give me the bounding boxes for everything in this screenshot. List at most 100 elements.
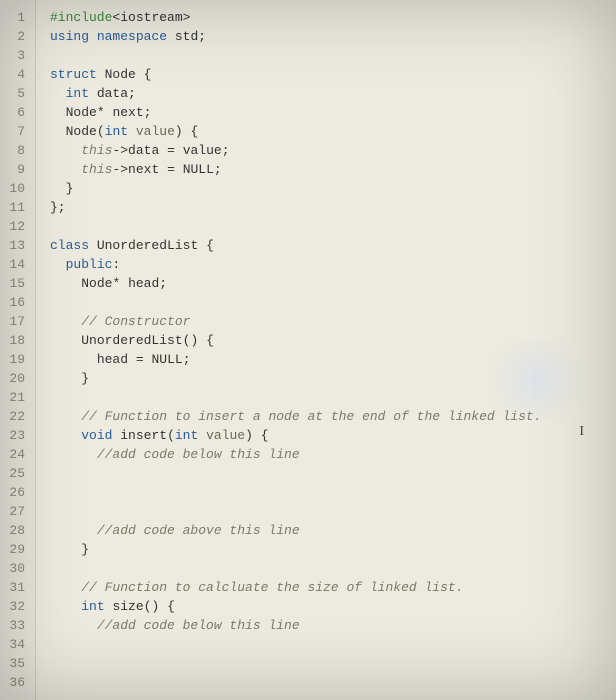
code-line[interactable]: // Function to calcluate the size of lin… — [50, 578, 616, 597]
code-token: using — [50, 29, 89, 44]
line-number: 15 — [8, 274, 25, 293]
code-line[interactable]: this->data = value; — [50, 141, 616, 160]
code-line[interactable] — [50, 502, 616, 521]
code-line[interactable]: head = NULL; — [50, 350, 616, 369]
line-number: 19 — [8, 350, 25, 369]
line-number: 16 — [8, 293, 25, 312]
code-token: data — [97, 86, 128, 101]
code-line[interactable] — [50, 673, 616, 692]
code-line[interactable]: //add code above this line — [50, 521, 616, 540]
code-line[interactable] — [50, 635, 616, 654]
code-token — [50, 352, 97, 367]
code-line[interactable]: }; — [50, 198, 616, 217]
code-token: UnorderedList — [81, 333, 182, 348]
text-cursor-icon: I — [579, 424, 584, 440]
code-line[interactable]: UnorderedList() { — [50, 331, 616, 350]
code-line[interactable]: Node(int value) { — [50, 122, 616, 141]
code-token — [128, 124, 136, 139]
code-line[interactable]: // Constructor — [50, 312, 616, 331]
line-number: 13 — [8, 236, 25, 255]
code-token: ( — [167, 428, 175, 443]
code-token — [50, 371, 81, 386]
code-token — [50, 542, 81, 557]
code-token — [50, 105, 66, 120]
code-token: int — [81, 599, 104, 614]
line-number: 12 — [8, 217, 25, 236]
code-token: size — [112, 599, 143, 614]
line-number: 27 — [8, 502, 25, 521]
code-line[interactable]: public: — [50, 255, 616, 274]
code-line[interactable]: #include<iostream> — [50, 8, 616, 27]
line-number: 36 — [8, 673, 25, 692]
code-token — [159, 143, 167, 158]
code-token — [175, 143, 183, 158]
code-line[interactable]: } — [50, 540, 616, 559]
code-token: ( — [97, 124, 105, 139]
code-line[interactable]: //add code below this line — [50, 616, 616, 635]
code-token: -> — [112, 162, 128, 177]
code-line[interactable]: Node* head; — [50, 274, 616, 293]
code-line[interactable]: } — [50, 369, 616, 388]
code-line[interactable] — [50, 293, 616, 312]
code-token: value — [183, 143, 222, 158]
code-line[interactable]: // Function to insert a node at the end … — [50, 407, 616, 426]
code-line[interactable]: class UnorderedList { — [50, 236, 616, 255]
code-token: this — [81, 162, 112, 177]
line-number: 32 — [8, 597, 25, 616]
code-token: // Function to insert a node at the end … — [81, 409, 541, 424]
code-token: insert — [120, 428, 167, 443]
line-number: 33 — [8, 616, 25, 635]
code-token — [50, 124, 66, 139]
code-token: //add code above this line — [97, 523, 300, 538]
code-line[interactable]: void insert(int value) { — [50, 426, 616, 445]
code-token: } — [66, 181, 74, 196]
code-line[interactable]: using namespace std; — [50, 27, 616, 46]
code-token: next — [128, 162, 159, 177]
code-token: { — [191, 124, 199, 139]
code-token: { — [206, 238, 214, 253]
code-line[interactable]: int data; — [50, 84, 616, 103]
line-number: 23 — [8, 426, 25, 445]
line-number: 1 — [8, 8, 25, 27]
code-line[interactable]: this->next = NULL; — [50, 160, 616, 179]
code-line[interactable]: Node* next; — [50, 103, 616, 122]
code-token: ) — [175, 124, 183, 139]
code-token — [50, 181, 66, 196]
code-token — [159, 162, 167, 177]
line-number: 20 — [8, 369, 25, 388]
line-number: 29 — [8, 540, 25, 559]
code-token: UnorderedList — [97, 238, 198, 253]
code-token: } — [81, 371, 89, 386]
code-line[interactable]: struct Node { — [50, 65, 616, 84]
code-token — [50, 428, 81, 443]
code-token — [50, 523, 97, 538]
code-token: ; — [198, 29, 206, 44]
code-token: { — [261, 428, 269, 443]
code-token — [50, 618, 97, 633]
code-token — [89, 29, 97, 44]
line-number: 34 — [8, 635, 25, 654]
code-line[interactable] — [50, 559, 616, 578]
code-token: struct — [50, 67, 97, 82]
code-token — [253, 428, 261, 443]
code-token — [198, 428, 206, 443]
code-line[interactable]: int size() { — [50, 597, 616, 616]
code-line[interactable] — [50, 654, 616, 673]
code-line[interactable] — [50, 483, 616, 502]
line-number-gutter: 1234567891011121314151617181920212223242… — [0, 0, 36, 700]
code-token — [89, 238, 97, 253]
code-line[interactable]: //add code below this line — [50, 445, 616, 464]
code-area[interactable]: I #include<iostream>using namespace std;… — [36, 0, 616, 700]
code-line[interactable]: } — [50, 179, 616, 198]
code-line[interactable] — [50, 46, 616, 65]
code-line[interactable] — [50, 464, 616, 483]
code-token: iostream — [120, 10, 182, 25]
line-number: 30 — [8, 559, 25, 578]
code-line[interactable] — [50, 217, 616, 236]
line-number: 17 — [8, 312, 25, 331]
code-line[interactable] — [50, 388, 616, 407]
code-token: #include — [50, 10, 112, 25]
code-token — [198, 238, 206, 253]
line-number: 2 — [8, 27, 25, 46]
code-token: // Constructor — [81, 314, 190, 329]
